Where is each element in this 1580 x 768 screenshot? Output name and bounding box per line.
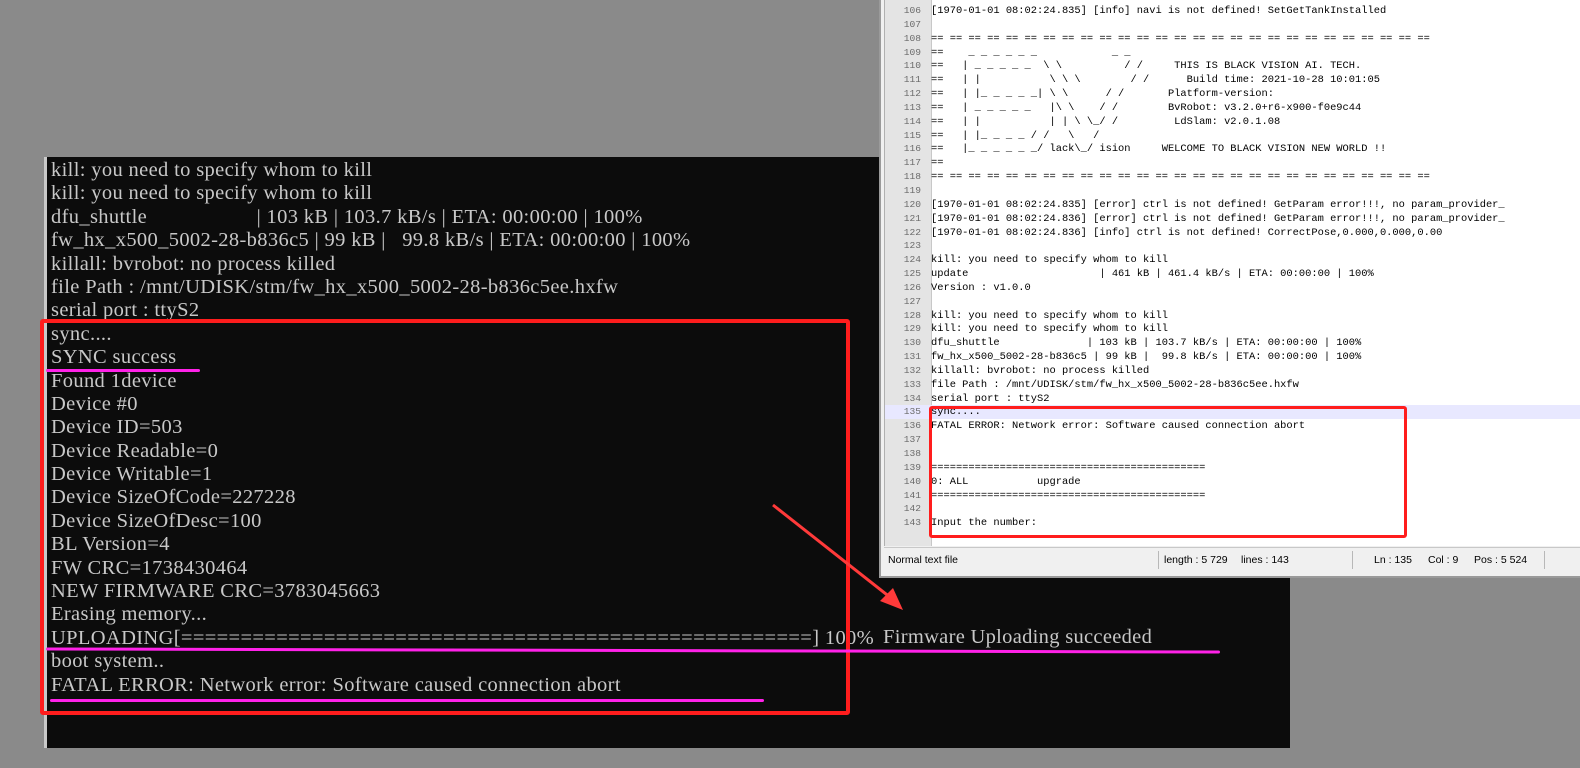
- arrow-icon: [772, 503, 903, 610]
- arrow-shaft: [772, 503, 892, 600]
- annotation-label: Firmware Uploading succeeded: [883, 626, 1153, 648]
